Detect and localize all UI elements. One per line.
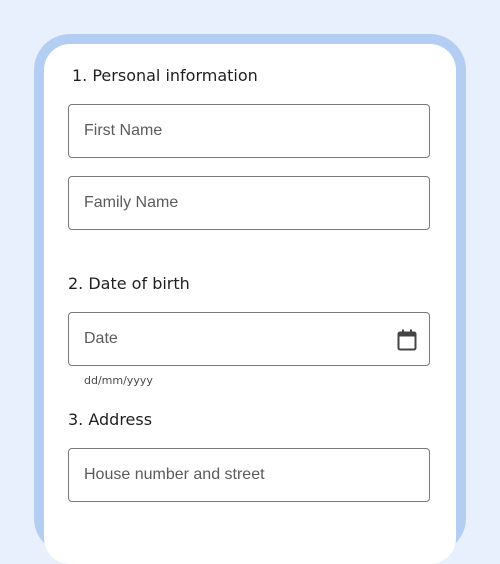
calendar-icon[interactable]	[397, 329, 417, 351]
date-input[interactable]	[84, 313, 385, 365]
form-screen: 1. Personal information 2. Date of birth…	[44, 44, 456, 564]
family-name-field[interactable]	[68, 176, 430, 230]
first-name-input[interactable]	[84, 105, 385, 157]
section-heading-personal-information: 1. Personal information	[72, 66, 258, 85]
date-field[interactable]	[68, 312, 430, 366]
first-name-field[interactable]	[68, 104, 430, 158]
family-name-input[interactable]	[84, 177, 385, 229]
address-field[interactable]	[68, 448, 430, 502]
section-heading-address: 3. Address	[68, 410, 153, 429]
address-input[interactable]	[84, 449, 385, 501]
section-heading-date-of-birth: 2. Date of birth	[68, 274, 190, 293]
date-format-hint: dd/mm/yyyy	[84, 374, 153, 387]
device-frame: 1. Personal information 2. Date of birth…	[34, 34, 466, 564]
